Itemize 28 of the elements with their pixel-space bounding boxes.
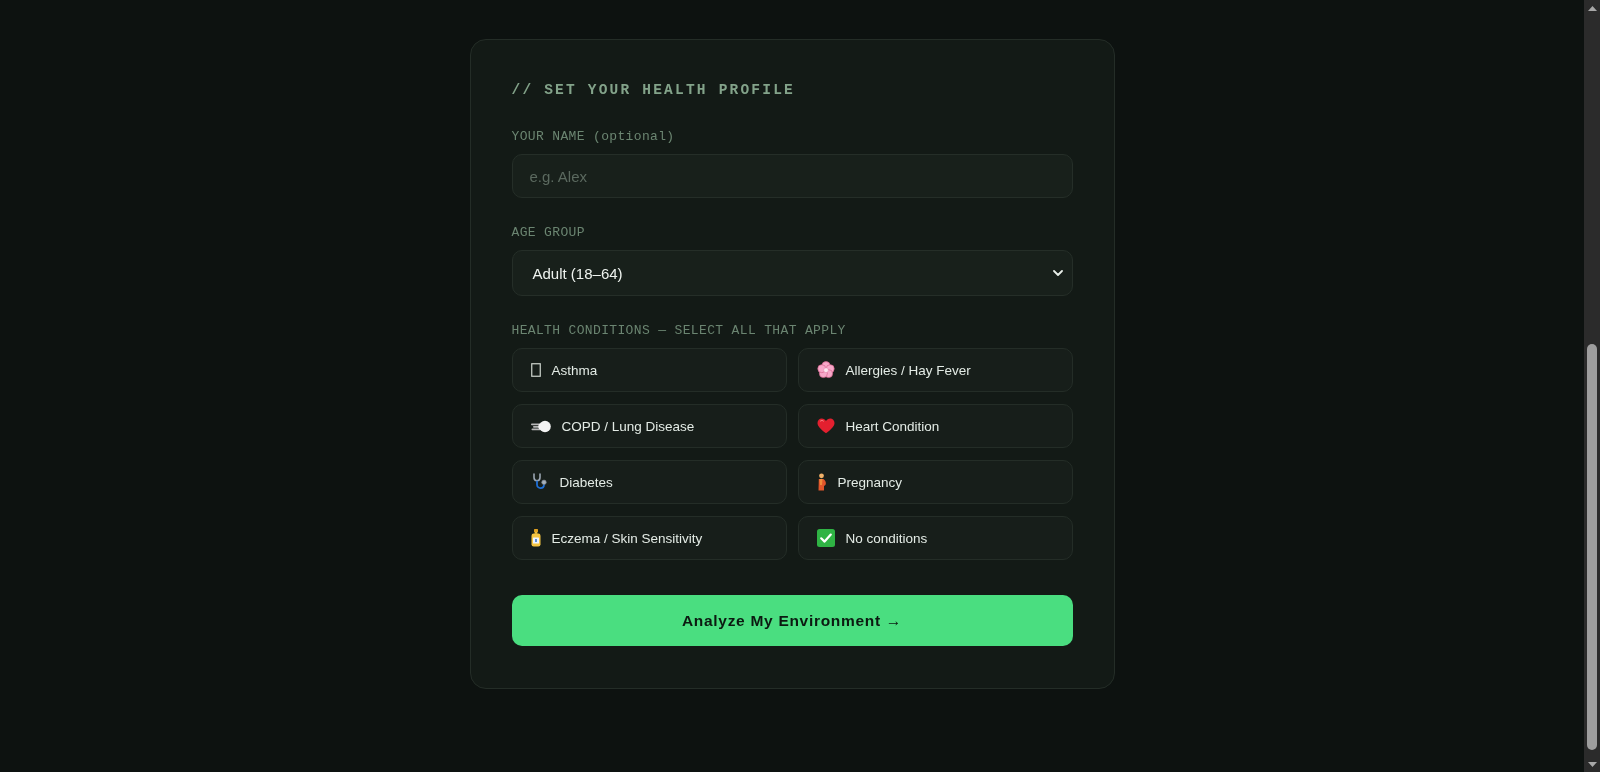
condition-option[interactable]: Allergies / Hay Fever bbox=[797, 348, 1073, 392]
condition-option[interactable]: Asthma bbox=[511, 348, 787, 392]
flower-icon bbox=[816, 361, 835, 379]
condition-option[interactable]: Diabetes bbox=[511, 460, 787, 504]
age-group-select[interactable]: Adult (18–64) bbox=[511, 250, 1073, 296]
condition-option[interactable]: Eczema / Skin Sensitivity bbox=[511, 516, 787, 560]
analyze-button[interactable]: Analyze My Environment → bbox=[511, 595, 1073, 646]
condition-option[interactable]: Heart Condition bbox=[797, 404, 1073, 448]
person-icon bbox=[816, 473, 827, 491]
field-label: AGE GROUP bbox=[511, 225, 585, 241]
field-label: YOUR NAME (optional) bbox=[511, 129, 675, 145]
stethoscope-icon bbox=[530, 473, 549, 491]
scrollbar-thumb[interactable] bbox=[1587, 344, 1597, 750]
scroll-up-icon[interactable] bbox=[1587, 5, 1597, 11]
heart-icon bbox=[816, 418, 835, 434]
condition-option[interactable]: No conditions bbox=[797, 516, 1073, 560]
condition-option[interactable]: COPD / Lung Disease bbox=[511, 404, 787, 448]
puff-icon bbox=[530, 419, 551, 433]
form-heading: // SET YOUR HEALTH PROFILE bbox=[511, 81, 796, 99]
chevron-down-icon bbox=[1052, 270, 1063, 276]
check-mark-icon bbox=[816, 529, 835, 547]
bottle-icon bbox=[530, 529, 541, 547]
box-icon bbox=[530, 363, 541, 377]
field-label: HEALTH CONDITIONS — SELECT ALL THAT APPLY bbox=[511, 323, 846, 339]
scrollbar-track[interactable] bbox=[1584, 0, 1600, 772]
condition-option[interactable]: Pregnancy bbox=[797, 460, 1073, 504]
name-input-field[interactable]: e.g. Alex bbox=[511, 154, 1073, 198]
scroll-down-icon[interactable] bbox=[1587, 761, 1597, 767]
